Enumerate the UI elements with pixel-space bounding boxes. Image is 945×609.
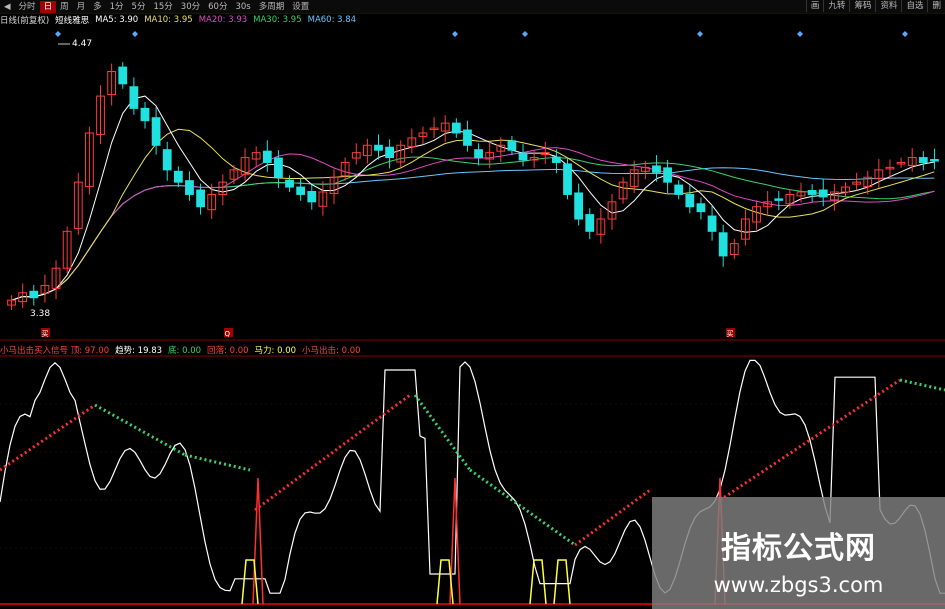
power-bump xyxy=(553,559,571,605)
candle-body xyxy=(451,122,461,134)
candle-body xyxy=(807,190,817,195)
watermark: 指标公式网 www.zbgs3.com xyxy=(652,497,945,609)
low-label: 3.38 xyxy=(30,309,50,319)
candle-body xyxy=(930,159,939,162)
candle-body xyxy=(918,157,928,163)
candle-body xyxy=(307,190,317,203)
candle-body xyxy=(262,150,272,163)
candle-body xyxy=(585,214,595,232)
candle-body xyxy=(162,149,172,171)
candle-body xyxy=(274,157,283,178)
candle-body xyxy=(374,144,383,151)
signal-diamond xyxy=(797,31,803,37)
ma-line xyxy=(11,167,935,301)
signal-diamond xyxy=(55,31,61,37)
high-label: 4.47 xyxy=(72,39,92,49)
candle-body xyxy=(285,179,294,188)
stock-chart-window: ◀ 分时日周月多 1分 5分 15分 30分 60分 30s 多周期 设置 画九转 筹码 资料 自选删… xyxy=(0,0,945,609)
candle-body xyxy=(129,86,139,109)
signal-bar-line xyxy=(94,403,186,457)
candle-body xyxy=(196,189,205,208)
signal-bar-line xyxy=(413,394,472,471)
candle-body xyxy=(385,146,394,159)
candle-body xyxy=(652,165,661,173)
signal-bar-line xyxy=(469,468,576,547)
power-bump xyxy=(529,559,547,605)
ma-line xyxy=(11,95,935,301)
signal-marker: 买 xyxy=(42,330,49,338)
power-bump xyxy=(241,559,259,605)
candle-body xyxy=(474,149,483,159)
candle-body xyxy=(507,140,517,151)
ma-line xyxy=(11,147,935,301)
candle-body xyxy=(685,193,695,208)
candle-body xyxy=(463,129,472,146)
candle-body xyxy=(118,66,128,85)
watermark-title: 指标公式网 xyxy=(721,531,876,566)
signal-diamond xyxy=(697,31,703,37)
signal-marker: 买 xyxy=(727,330,734,338)
candle-body xyxy=(151,117,161,146)
candle-body xyxy=(185,180,194,195)
signal-diamond xyxy=(902,31,908,37)
candle-body xyxy=(818,189,828,198)
candle-body xyxy=(663,167,672,183)
signal-bar-line xyxy=(574,488,651,547)
candle-body xyxy=(518,152,528,161)
candle-body xyxy=(173,170,183,183)
signal-marker: Q xyxy=(225,330,231,338)
signal-diamond xyxy=(522,31,528,37)
candle-body xyxy=(563,163,572,195)
signal-bar-line xyxy=(0,403,96,472)
signal-diamond xyxy=(452,31,458,37)
signal-bar-line xyxy=(184,453,251,472)
candle-body xyxy=(696,203,706,213)
watermark-url: www.zbgs3.com xyxy=(713,573,884,597)
candle-body xyxy=(707,215,717,232)
candle-body xyxy=(574,192,584,220)
ma-line xyxy=(11,128,935,301)
signal-diamond xyxy=(132,31,138,37)
candle-body xyxy=(140,107,150,122)
spike-signal xyxy=(252,477,264,605)
candle-body xyxy=(552,156,561,163)
candle-body xyxy=(674,184,684,195)
candle-body xyxy=(718,232,728,257)
candle-body xyxy=(296,186,306,195)
candle-body xyxy=(29,290,39,299)
signal-bar-line xyxy=(899,378,945,392)
candle-body xyxy=(774,198,784,201)
ma-line xyxy=(11,156,935,301)
